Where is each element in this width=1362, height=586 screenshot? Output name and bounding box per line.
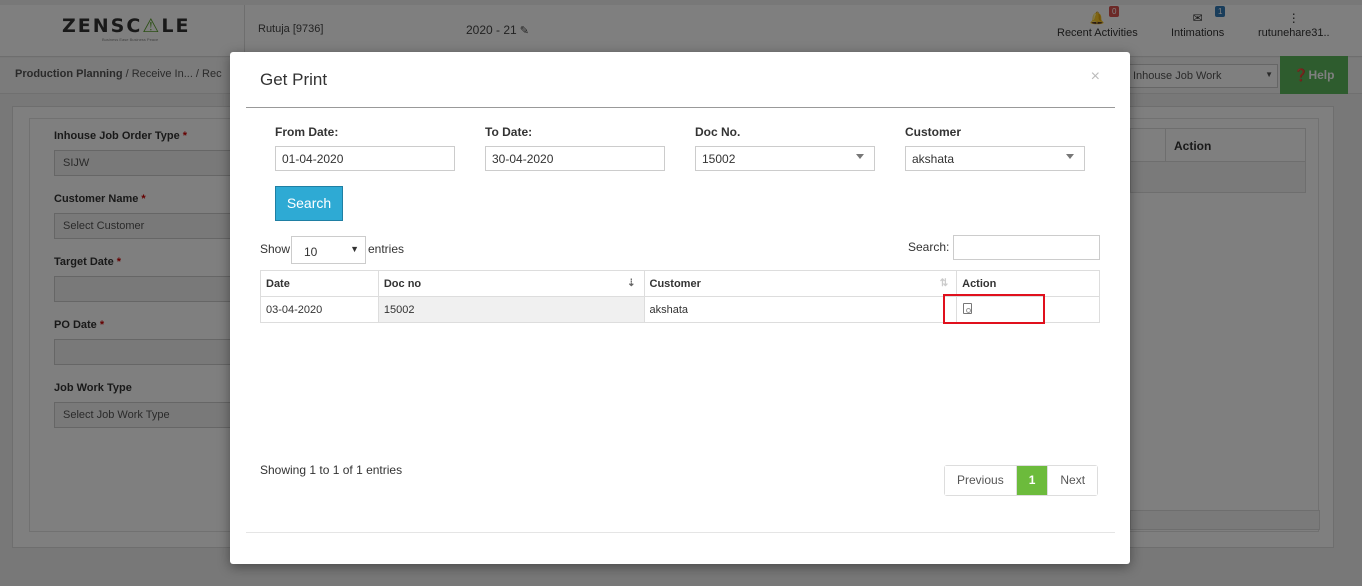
print-results-table: Date Doc no ⇣ Customer ⇅ Action 03-04-2020… <box>260 270 1100 323</box>
show-label: Show <box>260 242 291 256</box>
doc-no-column-header[interactable]: Doc no ⇣ <box>377 270 645 297</box>
get-print-modal: Get Print × From Date: 01-04-2020 To Dat… <box>230 52 1130 564</box>
caret-down-icon <box>1066 154 1074 159</box>
from-date-input[interactable]: 01-04-2020 <box>275 146 455 171</box>
table-header-row: Date Doc no ⇣ Customer ⇅ Action <box>260 270 1100 297</box>
caret-down-icon: ▼ <box>350 244 359 254</box>
customer-label: Customer <box>905 125 962 139</box>
action-column-header: Action <box>956 270 1100 297</box>
close-icon[interactable]: × <box>1091 68 1100 86</box>
pdf-file-icon[interactable] <box>963 302 973 314</box>
sort-ascending-icon: ⇣ <box>627 278 636 289</box>
table-info: Showing 1 to 1 of 1 entries <box>260 463 403 477</box>
date-column-header[interactable]: Date <box>260 270 379 297</box>
row-customer: akshata <box>643 296 958 323</box>
sort-both-icon: ⇅ <box>939 278 949 289</box>
current-page-button[interactable]: 1 <box>1016 466 1048 495</box>
from-date-label: From Date: <box>275 125 339 139</box>
next-page-button[interactable]: Next <box>1047 466 1098 495</box>
entries-label: entries <box>368 242 405 256</box>
customer-select[interactable]: akshata <box>905 146 1085 171</box>
caret-down-icon <box>856 154 864 159</box>
page-length-select[interactable]: 10 ▼ <box>291 236 366 264</box>
doc-no-select[interactable]: 15002 <box>695 146 875 171</box>
previous-page-button[interactable]: Previous <box>945 466 1017 495</box>
pagination: Previous 1 Next <box>944 465 1099 496</box>
row-date: 03-04-2020 <box>260 296 379 323</box>
table-search-label: Search: <box>908 240 950 254</box>
row-action <box>956 296 1100 323</box>
modal-footer-divider <box>246 532 1115 533</box>
table-search-input[interactable] <box>953 235 1100 260</box>
modal-header-divider <box>246 107 1115 108</box>
to-date-label: To Date: <box>485 125 533 139</box>
to-date-input[interactable]: 30-04-2020 <box>485 146 665 171</box>
search-button[interactable]: Search <box>275 186 343 221</box>
customer-column-header[interactable]: Customer ⇅ <box>643 270 958 297</box>
doc-no-label: Doc No. <box>695 125 741 139</box>
row-doc-no: 15002 <box>377 296 645 323</box>
modal-title: Get Print <box>260 70 328 89</box>
table-row: 03-04-2020 15002 akshata <box>260 296 1100 323</box>
